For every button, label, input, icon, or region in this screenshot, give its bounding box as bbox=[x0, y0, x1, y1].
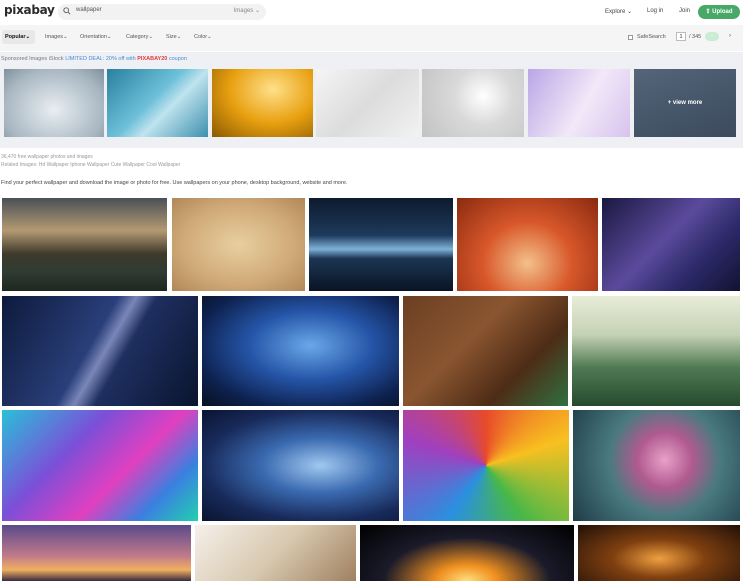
sponsored-thumb[interactable] bbox=[528, 69, 630, 137]
total-pages: / 345 bbox=[689, 34, 702, 40]
image-tile-polygon-abstract[interactable] bbox=[2, 410, 198, 521]
deal-text[interactable]: LIMITED DEAL: 20% off with bbox=[65, 56, 136, 62]
page-number-input[interactable]: 1 bbox=[676, 32, 686, 41]
sponsored-thumb[interactable] bbox=[316, 69, 419, 137]
image-tile-earth-sunrise[interactable] bbox=[360, 525, 574, 581]
image-tile-autumn-forest[interactable] bbox=[457, 198, 598, 291]
image-tile-night-lake[interactable] bbox=[309, 198, 453, 291]
size-filter[interactable]: Size⌄ bbox=[166, 34, 181, 40]
search-icon bbox=[63, 7, 71, 15]
image-tile-christmas-wood[interactable] bbox=[403, 296, 568, 406]
top-header: pixabay wallpaper Images ⌄ Explore ⌄ Log… bbox=[0, 0, 743, 25]
image-tile-sunset-tree[interactable] bbox=[2, 525, 191, 581]
images-filter[interactable]: Images⌄ bbox=[45, 34, 68, 40]
image-tile-parchment[interactable] bbox=[172, 198, 305, 291]
explore-menu[interactable]: Explore ⌄ bbox=[605, 8, 632, 15]
color-filter[interactable]: Color⌄ bbox=[194, 34, 212, 40]
chevron-right-icon[interactable]: › bbox=[729, 33, 731, 39]
upload-button[interactable]: ⇪ Upload bbox=[698, 5, 740, 19]
pixabay-logo[interactable]: pixabay bbox=[4, 3, 55, 17]
sponsored-thumb[interactable] bbox=[212, 69, 313, 137]
category-filter[interactable]: Category⌄ bbox=[126, 34, 153, 40]
orientation-filter[interactable]: Orientation⌄ bbox=[80, 34, 112, 40]
image-tile-milky-way[interactable] bbox=[602, 198, 740, 291]
search-bar[interactable]: wallpaper Images ⌄ bbox=[58, 4, 266, 20]
sponsored-label: Sponsored Images iStock LIMITED DEAL: 20… bbox=[1, 56, 187, 62]
image-tile-starry-sky[interactable] bbox=[2, 296, 198, 406]
result-count: 36,470 free wallpaper photos and images bbox=[1, 154, 93, 160]
image-tile-candles[interactable] bbox=[578, 525, 740, 581]
join-link[interactable]: Join bbox=[679, 8, 690, 14]
image-tile-blue-butterflies[interactable] bbox=[202, 296, 399, 406]
image-tile-lake-mountain[interactable] bbox=[2, 198, 167, 291]
safesearch-checkbox[interactable] bbox=[628, 35, 633, 40]
sponsored-thumb[interactable] bbox=[422, 69, 524, 137]
intro-text: Find your perfect wallpaper and download… bbox=[1, 180, 348, 186]
view-more-button[interactable]: + view more bbox=[634, 69, 736, 137]
image-tile-mandala[interactable] bbox=[403, 410, 569, 521]
related-images[interactable]: Related Images: Hd Wallpaper Iphone Wall… bbox=[1, 162, 180, 168]
sponsored-thumb[interactable] bbox=[107, 69, 208, 137]
image-tile-foggy-forest[interactable] bbox=[572, 296, 740, 406]
search-input[interactable]: wallpaper bbox=[76, 7, 102, 13]
sponsored-thumb[interactable] bbox=[4, 69, 104, 137]
next-page-button[interactable]: › bbox=[705, 32, 719, 41]
upload-icon: ⇪ bbox=[705, 9, 711, 15]
search-scope-select[interactable]: Images ⌄ bbox=[234, 7, 260, 14]
image-tile-storm-lightning[interactable] bbox=[202, 410, 399, 521]
image-tile-bird[interactable] bbox=[195, 525, 356, 581]
popular-filter[interactable]: Popular⌄ bbox=[5, 34, 30, 40]
coupon-code[interactable]: PIXABAY20 bbox=[137, 56, 167, 62]
image-tile-rose[interactable] bbox=[573, 410, 740, 521]
login-link[interactable]: Log in bbox=[647, 8, 663, 14]
safesearch-label: SafeSearch bbox=[637, 34, 666, 40]
